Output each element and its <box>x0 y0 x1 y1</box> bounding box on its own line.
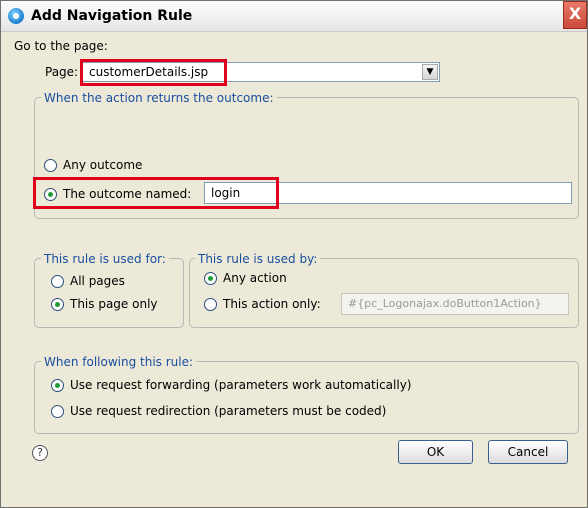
redirection-label: Use request redirection (parameters must… <box>70 404 387 418</box>
page-highlight-box <box>80 59 227 86</box>
add-navigation-rule-dialog: Add Navigation Rule X Go to the page: Pa… <box>0 0 588 508</box>
chevron-down-icon[interactable]: ▼ <box>422 64 438 80</box>
title-bar[interactable]: Add Navigation Rule X <box>1 1 587 32</box>
any-action-radio[interactable] <box>204 272 217 285</box>
action-expression-value: #{pc_Logonajax.doButton1Action} <box>348 297 542 310</box>
following-rule-legend: When following this rule: <box>41 355 197 369</box>
following-rule-group <box>34 361 579 434</box>
used-for-group <box>34 258 184 328</box>
outcome-group-legend: When the action returns the outcome: <box>41 91 277 105</box>
action-expression-input[interactable]: #{pc_Logonajax.doButton1Action} <box>341 293 569 315</box>
used-for-group-legend: This rule is used for: <box>41 252 169 266</box>
dialog-title: Add Navigation Rule <box>31 8 193 24</box>
this-page-only-radio[interactable] <box>51 298 64 311</box>
close-button[interactable]: X <box>563 1 587 29</box>
ok-button[interactable]: OK <box>398 440 473 464</box>
any-outcome-label: Any outcome <box>63 158 143 172</box>
any-action-label: Any action <box>223 271 287 285</box>
dialog-icon <box>8 8 24 24</box>
go-to-page-heading: Go to the page: <box>14 39 108 53</box>
all-pages-label: All pages <box>70 274 125 288</box>
all-pages-radio[interactable] <box>51 275 64 288</box>
forwarding-radio[interactable] <box>51 379 64 392</box>
redirection-radio[interactable] <box>51 405 64 418</box>
outcome-highlight-box <box>33 177 279 209</box>
cancel-button[interactable]: Cancel <box>488 440 568 464</box>
used-by-group-legend: This rule is used by: <box>195 252 321 266</box>
forwarding-label: Use request forwarding (parameters work … <box>70 378 412 392</box>
this-action-only-label: This action only: <box>223 297 321 311</box>
this-page-only-label: This page only <box>70 297 158 311</box>
this-action-only-radio[interactable] <box>204 298 217 311</box>
any-outcome-radio[interactable] <box>44 159 57 172</box>
help-icon[interactable]: ? <box>32 445 48 461</box>
page-label: Page: <box>45 65 79 79</box>
